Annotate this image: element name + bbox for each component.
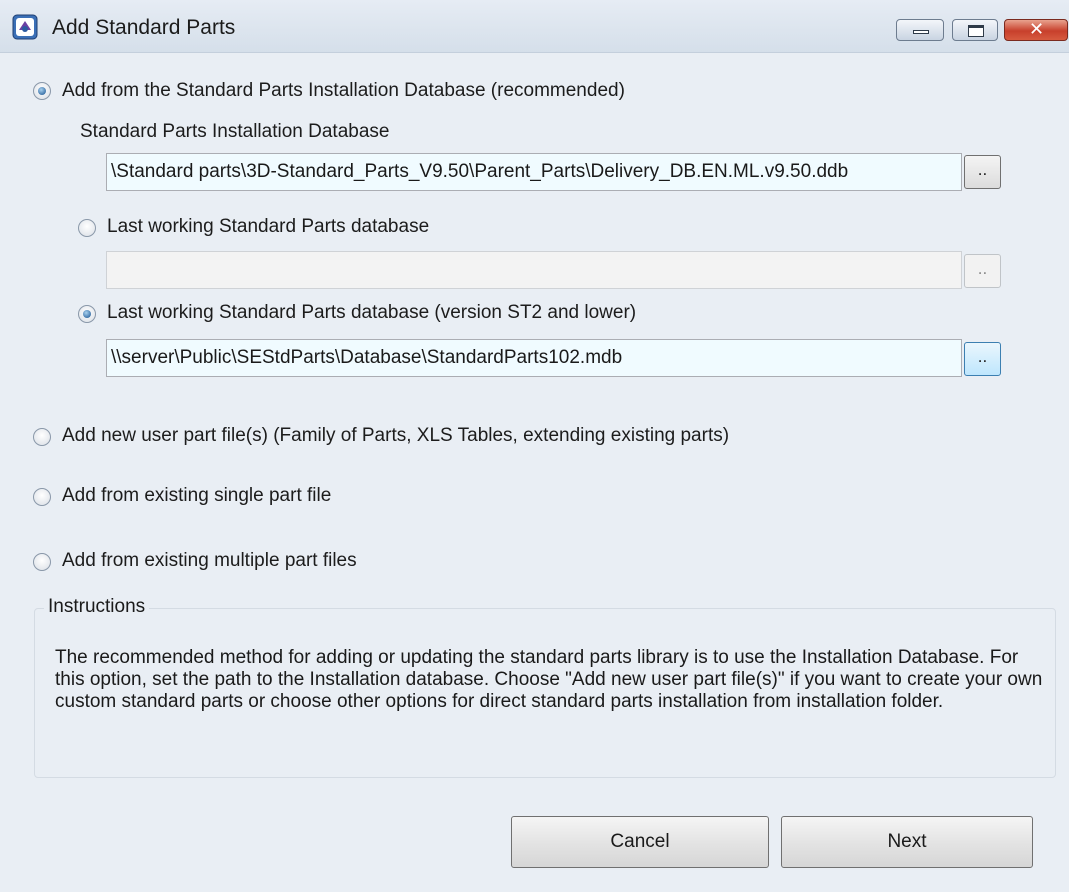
label-installation-db-path: Standard Parts Installation Database [80, 121, 390, 142]
label-installation-db: Add from the Standard Parts Installation… [62, 80, 625, 101]
radio-last-working-db-legacy[interactable] [78, 305, 96, 323]
radio-new-user-part[interactable] [33, 428, 51, 446]
radio-installation-db[interactable] [33, 82, 51, 100]
maximize-icon [968, 25, 984, 37]
standard-parts-app-icon [12, 14, 38, 40]
title-bar: Add Standard Parts ✕ [0, 0, 1069, 53]
label-single-part: Add from existing single part file [62, 485, 332, 506]
last-working-db-path-field[interactable] [106, 251, 962, 289]
maximize-button[interactable] [952, 19, 998, 41]
legacy-db-path-field[interactable]: \\server\Public\SEStdParts\Database\Stan… [106, 339, 962, 377]
installation-db-path-field[interactable]: \Standard parts\3D-Standard_Parts_V9.50\… [106, 153, 962, 191]
radio-multiple-parts[interactable] [33, 553, 51, 571]
radio-last-working-db[interactable] [78, 219, 96, 237]
label-last-working-db-legacy: Last working Standard Parts database (ve… [107, 302, 637, 323]
label-last-working-db: Last working Standard Parts database [107, 216, 430, 237]
close-button[interactable]: ✕ [1004, 19, 1068, 41]
cancel-button[interactable]: Cancel [511, 816, 769, 868]
browse-installation-db-button[interactable]: .. [964, 155, 1001, 189]
radio-single-part[interactable] [33, 488, 51, 506]
instructions-title: Instructions [44, 596, 150, 618]
minimize-button[interactable] [896, 19, 944, 41]
instructions-text: The recommended method for adding or upd… [55, 647, 1043, 712]
close-icon: ✕ [1029, 19, 1045, 40]
browse-legacy-db-button[interactable]: .. [964, 342, 1001, 376]
browse-last-working-db-button[interactable]: .. [964, 254, 1001, 288]
label-multiple-parts: Add from existing multiple part files [62, 550, 357, 571]
label-new-user-part: Add new user part file(s) (Family of Par… [62, 425, 730, 446]
minimize-icon [913, 30, 929, 34]
next-button[interactable]: Next [781, 816, 1033, 868]
window-title: Add Standard Parts [52, 16, 236, 39]
